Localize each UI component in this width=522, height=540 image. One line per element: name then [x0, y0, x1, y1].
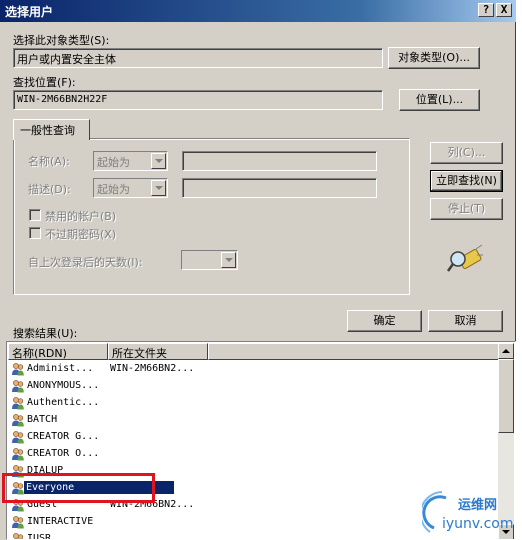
user-group-icon: [12, 516, 24, 529]
name-label: 名称(A):: [28, 155, 70, 168]
chevron-down-icon[interactable]: [151, 153, 166, 169]
table-row[interactable]: BATCH: [8, 412, 498, 429]
object-type-field: 用户或内置安全主体: [13, 48, 383, 68]
chevron-down-icon[interactable]: [151, 180, 166, 196]
row-name: BATCH: [27, 414, 58, 425]
ok-button[interactable]: 确定: [347, 310, 422, 332]
object-type-label: 选择此对象类型(S):: [13, 34, 110, 47]
annotation-highlight: [2, 473, 155, 503]
row-name: CREATOR G...: [27, 431, 100, 442]
column-header-folder[interactable]: 所在文件夹: [108, 343, 208, 360]
table-row[interactable]: Authentic...: [8, 395, 498, 412]
search-results-label: 搜索结果(U):: [13, 327, 78, 340]
select-user-dialog: 选择用户 ? X 选择此对象类型(S): 用户或内置安全主体 对象类型(O)..…: [0, 0, 516, 540]
non-expiring-password-label: 不过期密码(X): [45, 228, 117, 241]
row-name: IUSR: [27, 533, 52, 540]
user-group-icon: [12, 431, 24, 444]
scroll-thumb[interactable]: [498, 359, 514, 433]
table-row[interactable]: CREATOR G...: [8, 429, 498, 446]
locations-button[interactable]: 位置(L)...: [399, 89, 480, 111]
location-field: WIN-2M66BN2H22F: [13, 90, 383, 110]
window-title: 选择用户: [5, 5, 54, 19]
table-row[interactable]: CREATOR O...: [8, 446, 498, 463]
columns-button[interactable]: 列(C)...: [430, 142, 503, 164]
find-now-button[interactable]: 立即查找(N): [430, 170, 503, 192]
user-group-icon: [12, 380, 24, 393]
description-match-combo[interactable]: 起始为: [93, 178, 168, 198]
watermark-title: 运维网: [458, 498, 498, 513]
disabled-accounts-checkbox[interactable]: [29, 209, 41, 221]
name-match-combo[interactable]: 起始为: [93, 151, 168, 171]
location-label: 查找位置(F):: [13, 76, 76, 89]
row-name: Administ...: [27, 363, 94, 374]
object-types-button[interactable]: 对象类型(O)...: [388, 47, 480, 69]
search-flashlight-icon: [446, 244, 483, 272]
title-bar[interactable]: 选择用户 ? X: [0, 0, 516, 22]
description-match-value: 起始为: [97, 183, 130, 196]
stop-button[interactable]: 停止(T): [430, 198, 503, 220]
non-expiring-password-checkbox[interactable]: [29, 227, 41, 239]
disabled-accounts-label: 禁用的帐户(B): [45, 210, 117, 223]
user-group-icon: [12, 397, 24, 410]
user-group-icon: [12, 363, 24, 376]
user-group-icon: [12, 448, 24, 461]
close-button[interactable]: X: [496, 3, 512, 17]
row-name: Authentic...: [27, 397, 100, 408]
row-name: ANONYMOUS...: [27, 380, 100, 391]
watermark: 运维网 iyunv.com: [419, 488, 522, 538]
cancel-button[interactable]: 取消: [428, 310, 503, 332]
days-since-logon-combo[interactable]: [181, 250, 238, 270]
row-name: CREATOR O...: [27, 448, 100, 459]
row-name: INTERACTIVE: [27, 516, 94, 527]
description-label: 描述(D):: [28, 183, 71, 196]
table-row[interactable]: ANONYMOUS...: [8, 378, 498, 395]
name-match-value: 起始为: [97, 156, 130, 169]
help-button[interactable]: ?: [478, 3, 494, 17]
scroll-up-button[interactable]: [498, 343, 514, 359]
watermark-url: iyunv.com: [442, 516, 514, 532]
table-row[interactable]: Administ... WIN-2M66BN2...: [8, 361, 498, 378]
column-header-name[interactable]: 名称(RDN): [8, 343, 108, 360]
user-group-icon: [13, 533, 24, 539]
description-input[interactable]: [182, 178, 377, 198]
arrow-up-icon: [502, 349, 510, 353]
tab-general-query[interactable]: 一般性查询: [13, 119, 90, 140]
row-folder: WIN-2M66BN2...: [110, 363, 195, 374]
user-group-icon: [12, 414, 24, 427]
name-input[interactable]: [182, 151, 377, 171]
days-since-logon-label: 自上次登录后的天数(I):: [28, 256, 143, 269]
chevron-down-icon[interactable]: [221, 252, 236, 268]
column-header-filler: [208, 343, 500, 360]
